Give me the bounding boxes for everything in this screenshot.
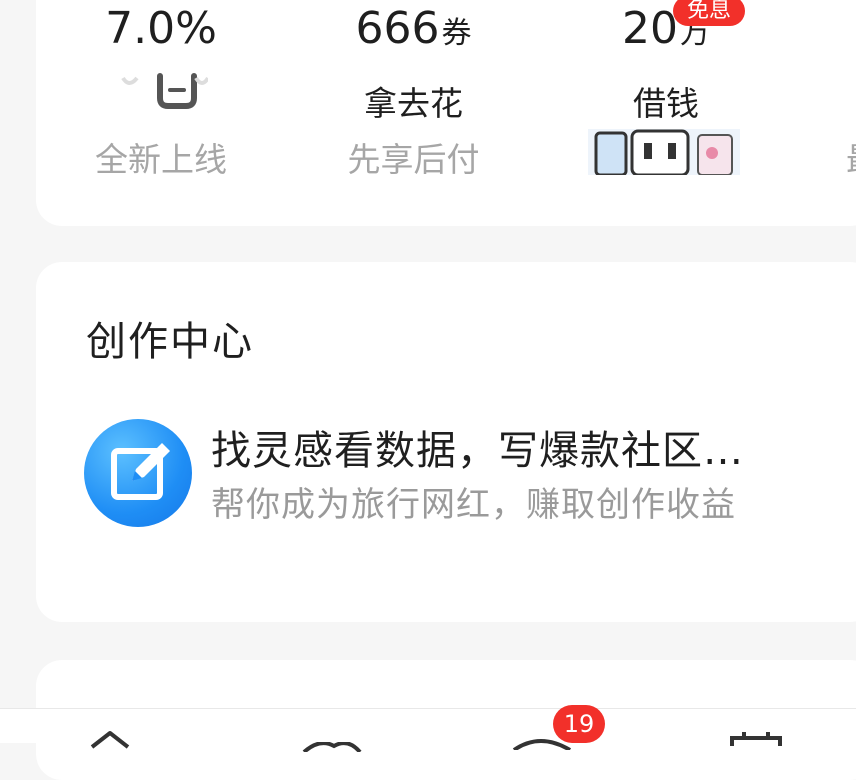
home-icon[interactable] xyxy=(88,729,132,753)
finance-label: 借钱 xyxy=(633,84,699,123)
finance-value: 666券 xyxy=(355,3,472,54)
finance-item-rate[interactable]: 7.0% 全新上线 xyxy=(76,3,246,180)
cartoon-robot-banner xyxy=(588,129,740,175)
message-count-badge: 19 xyxy=(553,705,605,743)
finance-item-huahua[interactable]: 666券 拿去花 先享后付 xyxy=(326,3,501,180)
creation-center-card[interactable]: 创作中心 找灵感看数据，写爆款社区… 帮你成为旅行网红，赚取创作收益 xyxy=(36,262,856,622)
creation-headline: 找灵感看数据，写爆款社区… xyxy=(211,428,744,474)
finance-sub-label: 全新上线 xyxy=(95,140,227,179)
section-title: 创作中心 xyxy=(86,319,254,365)
finance-value: 7.0% xyxy=(105,3,217,54)
cloud-icon[interactable] xyxy=(300,737,364,756)
creation-subline: 帮你成为旅行网红，赚取创作收益 xyxy=(211,485,736,525)
interest-free-badge: 免息 xyxy=(673,0,746,26)
edit-pen-icon xyxy=(84,419,192,527)
finance-card: 7.0% 全新上线 666券 拿去花 先享后付 20万 免息 借钱 xyxy=(36,0,856,226)
finance-item-partial[interactable]: 最 xyxy=(846,140,856,180)
calendar-icon[interactable] xyxy=(728,731,784,750)
smile-face-icon xyxy=(118,66,210,116)
finance-item-borrow[interactable]: 20万 免息 借钱 xyxy=(581,0,751,175)
finance-label: 拿去花 xyxy=(364,84,463,123)
bottom-tab-bar: 19 xyxy=(0,705,856,754)
finance-sub-label: 先享后付 xyxy=(347,140,480,179)
